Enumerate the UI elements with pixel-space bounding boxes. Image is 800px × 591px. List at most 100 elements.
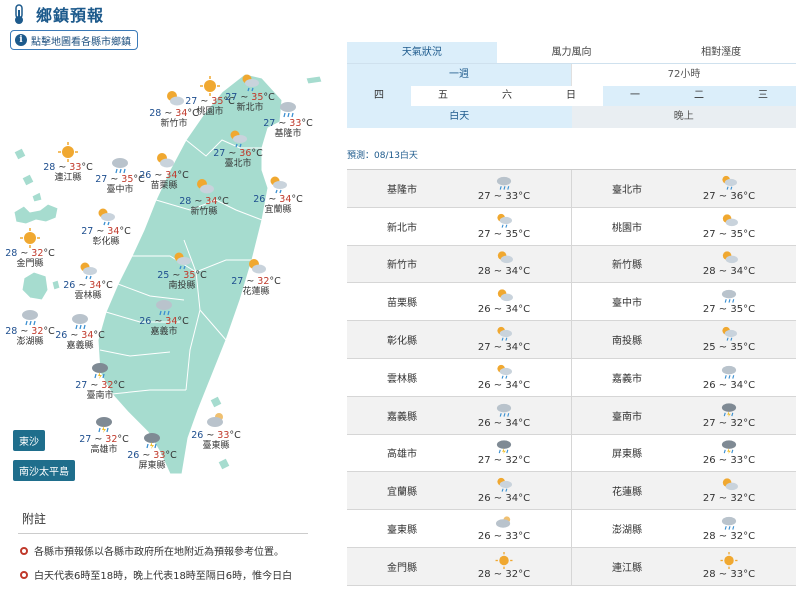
temperature-range: 28 ~ 34°C xyxy=(477,266,531,278)
map-town[interactable]: 27 ~ 34°C 彰化縣 xyxy=(74,206,138,248)
table-cell[interactable]: 雲林縣 26 ~ 34°C xyxy=(347,359,571,396)
map-town[interactable]: 27 ~ 32°C 花蓮縣 xyxy=(224,256,288,298)
period-day[interactable]: 白天 xyxy=(347,106,572,128)
day-wed[interactable]: 三 xyxy=(731,86,795,106)
map-town[interactable]: 26 ~ 34°C 宜蘭縣 xyxy=(246,174,310,216)
table-row: 苗栗縣 26 ~ 34°C 臺中市 27 ~ 35°C xyxy=(347,283,796,322)
table-cell[interactable]: 彰化縣 27 ~ 34°C xyxy=(347,321,571,358)
map-town[interactable]: 28 ~ 32°C 金門縣 xyxy=(0,228,62,270)
table-cell[interactable]: 臺東縣 26 ~ 33°C xyxy=(347,510,571,547)
cloud-rain-icon xyxy=(721,289,737,304)
weather-block: 28 ~ 34°C xyxy=(662,249,796,278)
map-town[interactable]: 26 ~ 33°C 屏東縣 xyxy=(120,430,184,472)
county-name: 高雄市 xyxy=(387,449,417,461)
table-cell[interactable]: 花蓮縣 27 ~ 32°C xyxy=(571,472,796,510)
map-hint-label: 點擊地圖看各縣市鄉鎮 xyxy=(31,36,131,48)
island-button-nansha[interactable]: 南沙太平島 xyxy=(13,460,75,481)
temperature-range: 27 ~ 35°C xyxy=(702,228,756,240)
temperature-range: 26 ~ 34°C xyxy=(702,379,756,391)
map-town[interactable]: 28 ~ 34°C 新竹縣 xyxy=(172,176,236,218)
map-town[interactable]: 26 ~ 34°C 嘉義縣 xyxy=(48,310,112,352)
weather-block: 28 ~ 33°C xyxy=(662,551,796,581)
table-cell[interactable]: 新竹市 28 ~ 34°C xyxy=(347,246,571,283)
table-cell[interactable]: 臺中市 27 ~ 35°C xyxy=(571,283,796,321)
tab-humidity[interactable]: 相對溼度 xyxy=(646,42,796,63)
table-row: 金門縣 28 ~ 32°C 連江縣 28 ~ 33°C xyxy=(347,547,796,586)
map-town[interactable]: 25 ~ 35°C 南投縣 xyxy=(150,250,214,292)
map-hint-button[interactable]: i 點擊地圖看各縣市鄉鎮 xyxy=(10,30,138,50)
table-cell[interactable]: 基隆市 27 ~ 33°C xyxy=(347,170,571,207)
day-thu[interactable]: 四 xyxy=(347,86,411,106)
notes-section: 附註 各縣市預報係以各縣市政府所在地附近為預報參考位置。 白天代表6時至18時，… xyxy=(12,510,332,582)
sun-cloud-icon xyxy=(722,214,738,226)
table-cell[interactable]: 桃園市 27 ~ 35°C xyxy=(571,207,796,245)
weather-block: 27 ~ 35°C xyxy=(437,212,571,241)
day-fri[interactable]: 五 xyxy=(411,86,475,106)
day-sun[interactable]: 日 xyxy=(539,86,603,106)
cloud-rain-icon xyxy=(496,176,512,191)
table-cell[interactable]: 南投縣 25 ~ 35°C xyxy=(571,321,796,358)
range-week[interactable]: 一週 xyxy=(347,64,571,86)
county-name: 南投縣 xyxy=(612,336,642,348)
table-cell[interactable]: 新竹縣 28 ~ 34°C xyxy=(571,245,796,283)
range-selector: 一週 72小時 xyxy=(347,64,796,86)
table-cell[interactable]: 金門縣 28 ~ 32°C xyxy=(347,548,571,585)
county-name: 臺南市 xyxy=(612,411,642,423)
map-town[interactable]: 27 ~ 36°C 臺北市 xyxy=(206,128,270,170)
sun-cloud-icon xyxy=(497,251,513,264)
period-night[interactable]: 晚上 xyxy=(571,106,796,128)
weather-block: 26 ~ 34°C xyxy=(437,401,571,430)
cloud-rain-icon xyxy=(721,516,737,531)
county-name: 連江縣 xyxy=(612,562,642,574)
forecast-date: 預測：08/13白天 xyxy=(347,151,418,161)
sun-cloud-rain-icon xyxy=(721,175,738,191)
tab-wind[interactable]: 風力風向 xyxy=(497,42,647,63)
sun-icon xyxy=(58,142,78,162)
map-town[interactable]: 26 ~ 33°C 臺東縣 xyxy=(184,410,248,452)
weather-block: 27 ~ 33°C xyxy=(437,174,571,203)
day-sat[interactable]: 六 xyxy=(475,86,539,106)
table-cell[interactable]: 高雄市 27 ~ 32°C xyxy=(347,435,571,472)
county-name: 桃園市 xyxy=(612,222,642,234)
weather-block: 26 ~ 34°C xyxy=(437,476,571,505)
table-cell[interactable]: 澎湖縣 28 ~ 32°C xyxy=(571,510,796,547)
table-cell[interactable]: 屏東縣 26 ~ 33°C xyxy=(571,434,796,472)
temperature-range: 26 ~ 34°C xyxy=(477,379,531,391)
range-72h[interactable]: 72小時 xyxy=(571,64,796,86)
storm-rain-icon xyxy=(96,417,112,433)
cloud-rain-icon xyxy=(72,314,88,330)
weather-block: 27 ~ 36°C xyxy=(662,174,796,203)
temperature-range: 26 ~ 34°C xyxy=(477,493,531,505)
page-title: 鄉鎮預報 xyxy=(36,6,105,25)
temperature-range: 27 ~ 34°C xyxy=(477,342,531,354)
sun-cloud-rain-icon xyxy=(496,213,513,228)
table-cell[interactable]: 宜蘭縣 26 ~ 34°C xyxy=(347,472,571,509)
tab-weather[interactable]: 天氣狀況 xyxy=(347,42,497,63)
county-name: 嘉義市 xyxy=(612,373,642,385)
note-item: 白天代表6時至18時，晚上代表18時至隔日6時，惟今日白 xyxy=(20,567,332,582)
map-town[interactable]: 26 ~ 34°C 嘉義市 xyxy=(132,296,196,338)
county-name: 花蓮縣 xyxy=(612,487,642,499)
table-cell[interactable]: 嘉義縣 26 ~ 34°C xyxy=(347,397,571,434)
county-name: 雲林縣 xyxy=(387,373,417,385)
county-name: 彰化縣 xyxy=(387,336,417,348)
temperature-range: 26 ~ 33°C xyxy=(702,455,756,467)
table-row: 彰化縣 27 ~ 34°C 南投縣 25 ~ 35°C xyxy=(347,321,796,359)
weather-block: 26 ~ 34°C xyxy=(437,287,571,316)
map-town[interactable]: 26 ~ 34°C 雲林縣 xyxy=(56,260,120,302)
table-cell[interactable]: 新北市 27 ~ 35°C xyxy=(347,208,571,245)
sun-cloud-rain-icon xyxy=(496,326,513,342)
table-cell[interactable]: 臺北市 27 ~ 36°C xyxy=(571,170,796,207)
day-tue[interactable]: 二 xyxy=(667,86,731,106)
map-town[interactable]: 27 ~ 32°C 臺南市 xyxy=(68,360,132,402)
table-cell[interactable]: 嘉義市 26 ~ 34°C xyxy=(571,358,796,396)
day-mon[interactable]: 一 xyxy=(603,86,667,106)
table-row: 雲林縣 26 ~ 34°C 嘉義市 26 ~ 34°C xyxy=(347,358,796,397)
table-cell[interactable]: 臺南市 27 ~ 32°C xyxy=(571,396,796,434)
table-cell[interactable]: 連江縣 28 ~ 33°C xyxy=(571,547,796,585)
county-name: 基隆市 xyxy=(387,184,417,196)
table-cell[interactable]: 苗栗縣 26 ~ 34°C xyxy=(347,283,571,320)
island-button-dongsha[interactable]: 東沙 xyxy=(13,430,45,451)
taiwan-map[interactable]: 28 ~ 34°C 新竹市 27 ~ 35°C 桃園市 27 ~ 35°C 新北… xyxy=(0,60,335,500)
thermometer-icon xyxy=(15,4,23,24)
